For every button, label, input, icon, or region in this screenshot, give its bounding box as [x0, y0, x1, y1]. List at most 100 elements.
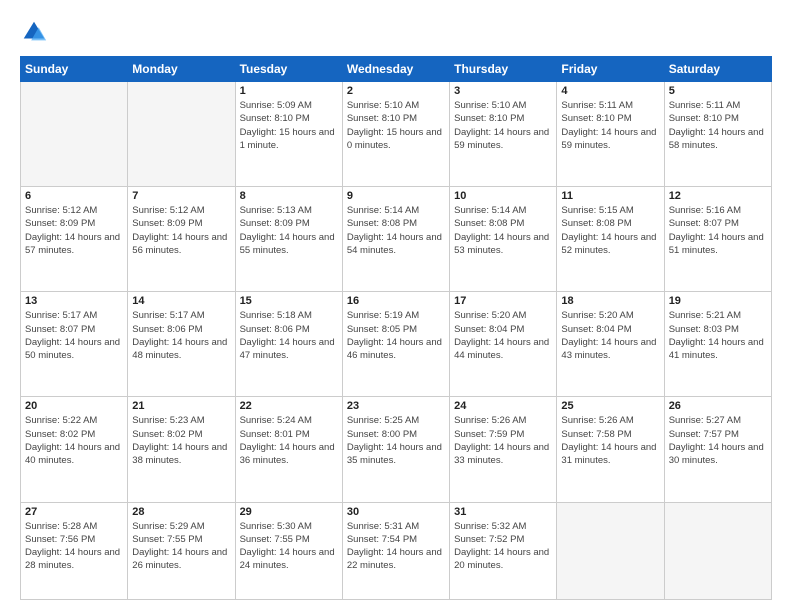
calendar-cell: 6 Sunrise: 5:12 AMSunset: 8:09 PMDaylight…: [21, 187, 128, 292]
calendar-cell: 26Sunrise: 5:27 AMSunset: 7:57 PMDayligh…: [664, 397, 771, 502]
weekday-header-thursday: Thursday: [450, 57, 557, 82]
cell-info: Sunrise: 5:12 AMSunset: 8:09 PMDaylight:…: [132, 204, 230, 257]
calendar-cell: 15Sunrise: 5:18 AMSunset: 8:06 PMDayligh…: [235, 292, 342, 397]
cell-info: Sunrise: 5:26 AMSunset: 7:59 PMDaylight:…: [454, 414, 552, 467]
calendar-cell: [21, 82, 128, 187]
cell-info: Sunrise: 5:29 AMSunset: 7:55 PMDaylight:…: [132, 520, 230, 573]
week-row-2: 13 Sunrise: 5:17 AMSunset: 8:07 PMDayligh…: [21, 292, 772, 397]
calendar-cell: 10Sunrise: 5:14 AMSunset: 8:08 PMDayligh…: [450, 187, 557, 292]
calendar-cell: 29Sunrise: 5:30 AMSunset: 7:55 PMDayligh…: [235, 502, 342, 600]
calendar-cell: 20 Sunrise: 5:22 AMSunset: 8:02 PMDayligh…: [21, 397, 128, 502]
cell-info: Sunrise: 5:11 AMSunset: 8:10 PMDaylight:…: [669, 99, 767, 152]
cell-info: Sunrise: 5:20 AMSunset: 8:04 PMDaylight:…: [454, 309, 552, 362]
day-number: 20: [25, 400, 123, 412]
day-number: 8: [240, 190, 338, 202]
calendar-cell: 3 Sunrise: 5:10 AMSunset: 8:10 PMDaylight…: [450, 82, 557, 187]
day-number: 16: [347, 295, 445, 307]
cell-info: Sunrise: 5:23 AMSunset: 8:02 PMDaylight:…: [132, 414, 230, 467]
day-number: 17: [454, 295, 552, 307]
calendar-cell: 14 Sunrise: 5:17 AMSunset: 8:06 PMDayligh…: [128, 292, 235, 397]
calendar-cell: [128, 82, 235, 187]
weekday-header-sunday: Sunday: [21, 57, 128, 82]
week-row-3: 20 Sunrise: 5:22 AMSunset: 8:02 PMDayligh…: [21, 397, 772, 502]
cell-info: Sunrise: 5:32 AMSunset: 7:52 PMDaylight:…: [454, 520, 552, 573]
logo-icon: [20, 18, 48, 46]
day-number: 14: [132, 295, 230, 307]
weekday-header-friday: Friday: [557, 57, 664, 82]
cell-info: Sunrise: 5:13 AMSunset: 8:09 PMDaylight:…: [240, 204, 338, 257]
cell-info: Sunrise: 5:24 AMSunset: 8:01 PMDaylight:…: [240, 414, 338, 467]
weekday-header-saturday: Saturday: [664, 57, 771, 82]
day-number: 19: [669, 295, 767, 307]
day-number: 7: [132, 190, 230, 202]
day-number: 6: [25, 190, 123, 202]
day-number: 29: [240, 506, 338, 518]
day-number: 11: [561, 190, 659, 202]
day-number: 13: [25, 295, 123, 307]
calendar-cell: 30Sunrise: 5:31 AMSunset: 7:54 PMDayligh…: [342, 502, 449, 600]
cell-info: Sunrise: 5:15 AMSunset: 8:08 PMDaylight:…: [561, 204, 659, 257]
logo: [20, 18, 52, 46]
calendar-cell: [557, 502, 664, 600]
calendar-cell: [664, 502, 771, 600]
cell-info: Sunrise: 5:12 AMSunset: 8:09 PMDaylight:…: [25, 204, 123, 257]
calendar-cell: 21 Sunrise: 5:23 AMSunset: 8:02 PMDayligh…: [128, 397, 235, 502]
day-number: 28: [132, 506, 230, 518]
calendar-cell: 18 Sunrise: 5:20 AMSunset: 8:04 PMDayligh…: [557, 292, 664, 397]
page: SundayMondayTuesdayWednesdayThursdayFrid…: [0, 0, 792, 612]
calendar-cell: 22 Sunrise: 5:24 AMSunset: 8:01 PMDayligh…: [235, 397, 342, 502]
day-number: 26: [669, 400, 767, 412]
day-number: 31: [454, 506, 552, 518]
day-number: 25: [561, 400, 659, 412]
weekday-header-row: SundayMondayTuesdayWednesdayThursdayFrid…: [21, 57, 772, 82]
calendar-cell: 16 Sunrise: 5:19 AMSunset: 8:05 PMDayligh…: [342, 292, 449, 397]
day-number: 22: [240, 400, 338, 412]
day-number: 15: [240, 295, 338, 307]
day-number: 21: [132, 400, 230, 412]
cell-info: Sunrise: 5:19 AMSunset: 8:05 PMDaylight:…: [347, 309, 445, 362]
calendar-cell: 7 Sunrise: 5:12 AMSunset: 8:09 PMDaylight…: [128, 187, 235, 292]
day-number: 12: [669, 190, 767, 202]
cell-info: Sunrise: 5:14 AMSunset: 8:08 PMDaylight:…: [347, 204, 445, 257]
calendar-cell: 17 Sunrise: 5:20 AMSunset: 8:04 PMDayligh…: [450, 292, 557, 397]
calendar-table: SundayMondayTuesdayWednesdayThursdayFrid…: [20, 56, 772, 600]
calendar-cell: 24 Sunrise: 5:26 AMSunset: 7:59 PMDayligh…: [450, 397, 557, 502]
calendar-cell: 11 Sunrise: 5:15 AMSunset: 8:08 PMDayligh…: [557, 187, 664, 292]
weekday-header-tuesday: Tuesday: [235, 57, 342, 82]
weekday-header-monday: Monday: [128, 57, 235, 82]
cell-info: Sunrise: 5:16 AMSunset: 8:07 PMDaylight:…: [669, 204, 767, 257]
cell-info: Sunrise: 5:11 AMSunset: 8:10 PMDaylight:…: [561, 99, 659, 152]
cell-info: Sunrise: 5:17 AMSunset: 8:06 PMDaylight:…: [132, 309, 230, 362]
calendar-cell: 19 Sunrise: 5:21 AMSunset: 8:03 PMDayligh…: [664, 292, 771, 397]
day-number: 10: [454, 190, 552, 202]
cell-info: Sunrise: 5:20 AMSunset: 8:04 PMDaylight:…: [561, 309, 659, 362]
day-number: 4: [561, 85, 659, 97]
cell-info: Sunrise: 5:10 AMSunset: 8:10 PMDaylight:…: [347, 99, 445, 152]
calendar-cell: 28 Sunrise: 5:29 AMSunset: 7:55 PMDayligh…: [128, 502, 235, 600]
day-number: 2: [347, 85, 445, 97]
cell-info: Sunrise: 5:10 AMSunset: 8:10 PMDaylight:…: [454, 99, 552, 152]
day-number: 9: [347, 190, 445, 202]
cell-info: Sunrise: 5:17 AMSunset: 8:07 PMDaylight:…: [25, 309, 123, 362]
day-number: 18: [561, 295, 659, 307]
calendar-cell: 8 Sunrise: 5:13 AMSunset: 8:09 PMDaylight…: [235, 187, 342, 292]
day-number: 3: [454, 85, 552, 97]
calendar-cell: 4 Sunrise: 5:11 AMSunset: 8:10 PMDaylight…: [557, 82, 664, 187]
calendar-cell: 23Sunrise: 5:25 AMSunset: 8:00 PMDayligh…: [342, 397, 449, 502]
calendar-cell: 13 Sunrise: 5:17 AMSunset: 8:07 PMDayligh…: [21, 292, 128, 397]
cell-info: Sunrise: 5:28 AMSunset: 7:56 PMDaylight:…: [25, 520, 123, 573]
calendar-cell: 27Sunrise: 5:28 AMSunset: 7:56 PMDayligh…: [21, 502, 128, 600]
cell-info: Sunrise: 5:25 AMSunset: 8:00 PMDaylight:…: [347, 414, 445, 467]
day-number: 1: [240, 85, 338, 97]
weekday-header-wednesday: Wednesday: [342, 57, 449, 82]
day-number: 30: [347, 506, 445, 518]
day-number: 5: [669, 85, 767, 97]
cell-info: Sunrise: 5:09 AMSunset: 8:10 PMDaylight:…: [240, 99, 338, 152]
calendar-cell: 9 Sunrise: 5:14 AMSunset: 8:08 PMDaylight…: [342, 187, 449, 292]
calendar-cell: 5 Sunrise: 5:11 AMSunset: 8:10 PMDaylight…: [664, 82, 771, 187]
cell-info: Sunrise: 5:21 AMSunset: 8:03 PMDaylight:…: [669, 309, 767, 362]
cell-info: Sunrise: 5:26 AMSunset: 7:58 PMDaylight:…: [561, 414, 659, 467]
calendar-cell: 12 Sunrise: 5:16 AMSunset: 8:07 PMDayligh…: [664, 187, 771, 292]
day-number: 24: [454, 400, 552, 412]
cell-info: Sunrise: 5:22 AMSunset: 8:02 PMDaylight:…: [25, 414, 123, 467]
